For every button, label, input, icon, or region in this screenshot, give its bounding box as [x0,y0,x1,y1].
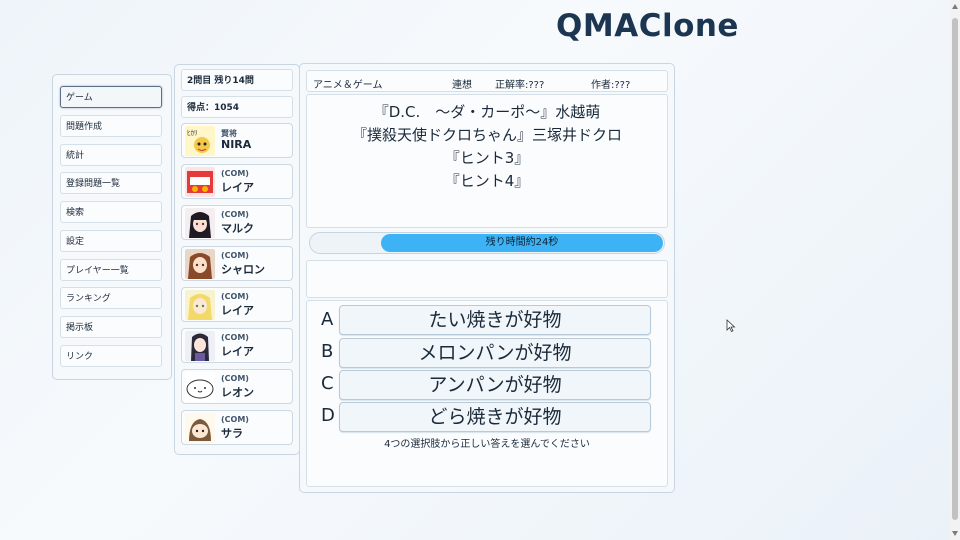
player-card: (COM) レイア [181,328,293,363]
strawberry-icon [185,167,215,197]
anime-girl-icon [185,331,215,361]
menu-item-search[interactable]: 検索 [60,201,162,223]
player-tag: (COM) [221,415,249,424]
player-name: レイア [221,181,254,194]
scroll-down-icon[interactable] [952,531,958,536]
answer-input-area [306,260,668,298]
menu-item-settings[interactable]: 設定 [60,230,162,252]
scroll-up-icon[interactable] [952,4,958,9]
question-line: 『D.C. ～ダ・カーポ～』水越萌 [373,103,601,121]
choice-c-button[interactable]: アンパンが好物 [339,370,651,400]
player-card: (COM) マルク [181,205,293,240]
round-status: 2問目 残り14問 [181,69,293,91]
player-card: (COM) レイア [181,164,293,199]
menu-item-links[interactable]: リンク [60,345,162,367]
player-name: シャロン [221,263,265,276]
anime-girl-icon [185,249,215,279]
player-card: (COM) サラ [181,410,293,445]
question-header: アニメ＆ゲーム 連想 正解率:??? 作者:??? [306,70,668,92]
accuracy-label: 正解率:??? [495,80,545,91]
player-name: レイア [221,304,254,317]
player-card: (COM) レオン [181,369,293,404]
anime-girl-icon [185,208,215,238]
player-tag: (COM) [221,333,249,342]
choice-letter: A [321,309,334,330]
player-tag: (COM) [221,210,249,219]
menu-item-bbs[interactable]: 掲示板 [60,316,162,338]
timer-fill: 残り時間約24秒 [381,234,663,252]
player-card: (COM) レイア [181,287,293,322]
choice-letter: D [321,405,335,426]
menu-item-game[interactable]: ゲーム [60,86,162,108]
menu-item-ranking[interactable]: ランキング [60,287,162,309]
player-name: サラ [221,427,243,440]
question-type-label: 連想 [452,80,472,91]
choice-letter: B [321,341,334,362]
player-tag: (COM) [221,292,249,301]
player-card: ﾋｶﾘ 賢将 NIRA [181,123,293,158]
genre-label: アニメ＆ゲーム [313,80,383,91]
instruction-text: 4つの選択肢から正しい答えを選んでください [384,439,590,450]
choice-letter: C [321,373,334,394]
menu-item-question-list[interactable]: 登録問題一覧 [60,172,162,194]
main-menu: ゲーム 問題作成 統計 登録問題一覧 検索 設定 プレイヤー一覧 ランキング 掲… [52,74,172,380]
timer-bar: 残り時間約24秒 [309,232,665,254]
choice-a-button[interactable]: たい焼きが好物 [339,305,651,335]
app-title: QMAClone [556,8,739,44]
player-name: マルク [221,222,254,235]
menu-item-create-question[interactable]: 問題作成 [60,115,162,137]
menu-item-player-list[interactable]: プレイヤー一覧 [60,259,162,281]
game-panel: アニメ＆ゲーム 連想 正解率:??? 作者:??? 『D.C. ～ダ・カーポ～』… [299,63,675,493]
question-line: 『撲殺天使ドクロちゃん』三塚井ドクロ [351,126,622,144]
choices-area: A たい焼きが好物 B メロンパンが好物 C アンパンが好物 D どら焼きが好物… [306,300,668,487]
chibi-girl-icon [185,413,215,443]
choice-d-button[interactable]: どら焼きが好物 [339,402,651,432]
menu-item-statistics[interactable]: 統計 [60,144,162,166]
page-scrollbar[interactable] [950,0,960,540]
question-text-box: 『D.C. ～ダ・カーポ～』水越萌 『撲殺天使ドクロちゃん』三塚井ドクロ 『ヒン… [306,94,668,228]
player-panel: 2問目 残り14問 得点：1054 ﾋｶﾘ 賢将 NIRA (COM) レイア … [174,64,300,455]
player-name: NIRA [221,138,252,151]
player-card: (COM) シャロン [181,246,293,281]
svg-text:ﾋｶﾘ: ﾋｶﾘ [187,129,198,137]
question-line: 『ヒント3』 [444,149,530,167]
player-tag: (COM) [221,251,249,260]
player-tag: (COM) [221,374,249,383]
question-line: 『ヒント4』 [444,172,530,190]
player-tag: (COM) [221,169,249,178]
anime-girl-icon [185,290,215,320]
scrollbar-thumb[interactable] [952,18,958,520]
player-name: レイア [221,345,254,358]
author-label: 作者:??? [591,80,631,91]
hikari-text-icon: ﾋｶﾘ [185,126,215,156]
score-display: 得点：1054 [181,96,293,118]
mouse-cursor-icon [726,319,736,333]
blob-face-icon [185,372,215,402]
player-name: レオン [221,386,254,399]
choice-b-button[interactable]: メロンパンが好物 [339,338,651,368]
